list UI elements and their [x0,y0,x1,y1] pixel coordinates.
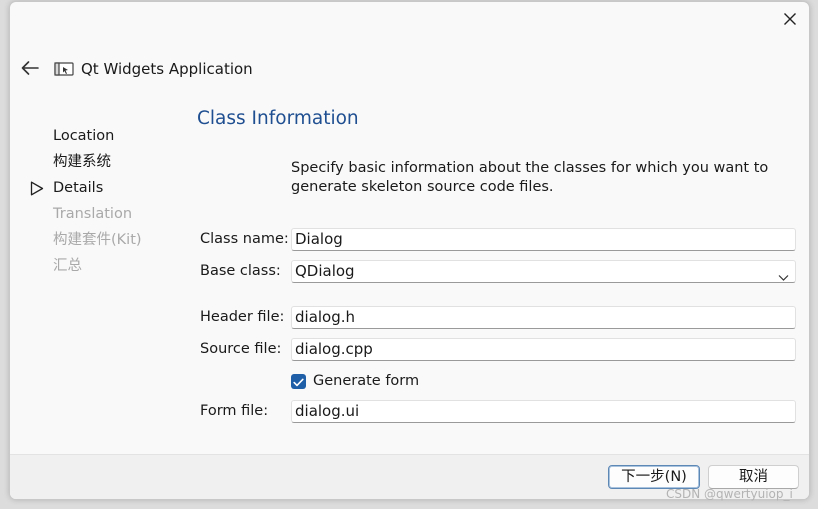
base-class-value: QDialog [295,262,355,280]
close-icon [783,11,797,30]
step-label: Translation [53,206,133,222]
base-class-label: Base class: [200,263,281,279]
checkmark-icon [293,372,304,391]
step-label: 构建套件(Kit) [53,232,142,248]
form-file-value: dialog.ui [295,402,360,420]
app-title: Qt Widgets Application [81,60,253,78]
back-arrow-icon [21,60,39,79]
wizard-header: Qt Widgets Application [20,57,253,81]
base-class-combobox[interactable]: QDialog [291,260,796,283]
form-file-label: Form file: [200,403,269,419]
next-button[interactable]: 下一步(N) [608,465,700,489]
source-file-field[interactable]: dialog.cpp [291,338,796,361]
step-label: Details [53,180,104,196]
cancel-button[interactable]: 取消 [708,465,799,489]
back-button[interactable] [20,59,40,79]
header-file-label: Header file: [200,309,285,325]
step-kits: 构建套件(Kit) [30,230,142,256]
watermark-text: CSDN @qwertyuiop_i [666,487,793,501]
close-button[interactable] [778,8,802,32]
generate-form-label: Generate form [313,373,420,389]
page-title: Class Information [197,108,359,129]
header-file-field[interactable]: dialog.h [291,306,796,329]
step-location: Location [30,126,142,152]
header-file-value: dialog.h [295,308,356,326]
wizard-window: Qt Widgets Application Location 构建系统 Det… [9,1,810,500]
source-file-label: Source file: [200,341,282,357]
class-name-value: Dialog [295,230,343,248]
qt-widgets-app-icon [54,61,74,77]
page-description: Specify basic information about the clas… [291,160,769,195]
step-summary: 汇总 [30,256,142,282]
step-label: 构建系统 [53,154,111,170]
step-details: Details [30,178,142,204]
triangle-right-icon [30,181,44,202]
step-label: Location [53,128,115,144]
generate-form-row[interactable]: Generate form [291,371,419,391]
form-file-field[interactable]: dialog.ui [291,400,796,423]
wizard-steps: Location 构建系统 Details Translation 构建套件(K… [30,126,142,282]
class-name-label: Class name: [200,231,289,247]
step-build-system: 构建系统 [30,152,142,178]
source-file-value: dialog.cpp [295,340,373,358]
chevron-down-icon [778,267,789,288]
generate-form-checkbox[interactable] [291,372,306,391]
step-label: 汇总 [53,258,82,274]
class-name-field[interactable]: Dialog [291,228,796,251]
step-translation: Translation [30,204,142,230]
